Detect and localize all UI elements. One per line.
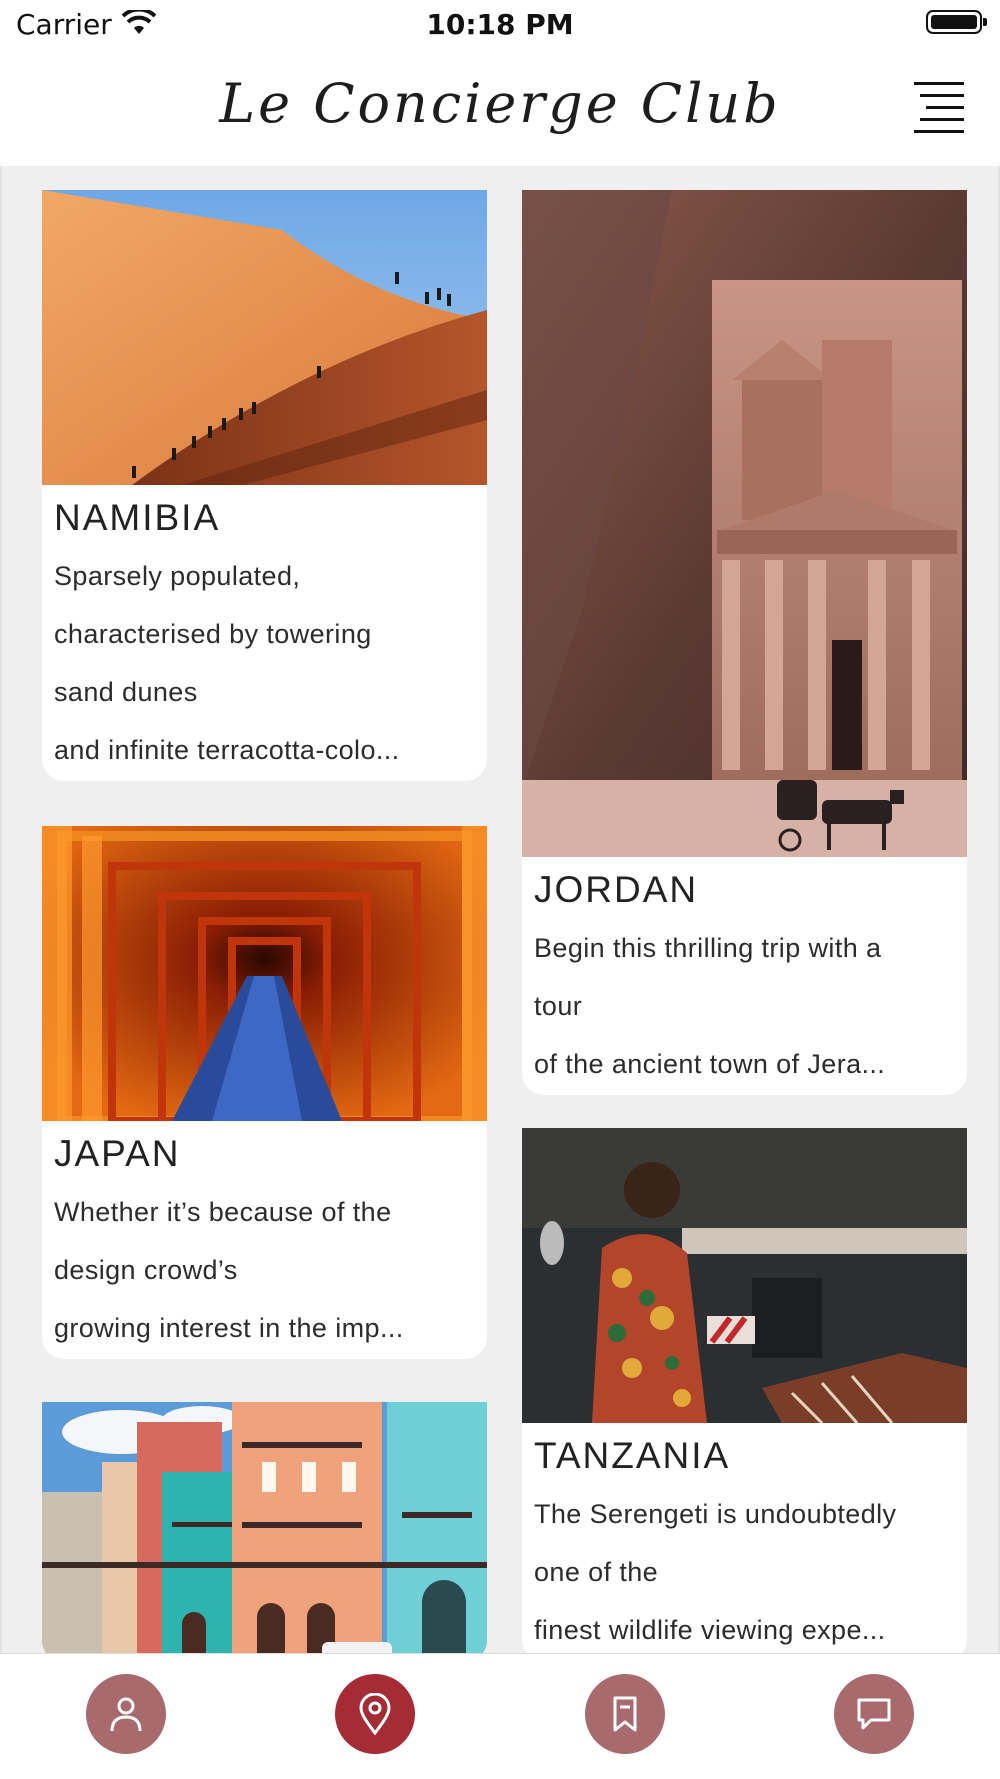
description-line: design crowd’s [54, 1255, 238, 1285]
destination-card-namibia[interactable]: NAMIBIA Sparsely populated, characterise… [42, 190, 487, 781]
location-pin-icon [359, 1693, 391, 1735]
destination-description: The Serengeti is undoubtedly one of the … [534, 1485, 955, 1653]
description-line: one of the [534, 1557, 659, 1587]
destination-image [522, 1128, 967, 1423]
app-logo: Le Concierge Club [219, 72, 781, 135]
destination-title: JORDAN [534, 869, 699, 910]
status-time: 10:18 PM [426, 8, 574, 41]
destination-description: Sparsely populated, characterised by tow… [54, 547, 475, 781]
destination-title: JAPAN [54, 1133, 181, 1174]
description-line: and infinite terracotta-colo... [54, 735, 400, 765]
description-line: finest wildlife viewing expe... [534, 1615, 886, 1645]
description-line: characterised by towering [54, 619, 372, 649]
app-header: Le Concierge Club [0, 50, 1000, 166]
destination-title: NAMIBIA [54, 497, 221, 538]
destination-title: TANZANIA [534, 1435, 731, 1476]
destination-card-tanzania[interactable]: TANZANIA The Serengeti is undoubtedly on… [522, 1128, 967, 1653]
bottom-tab-bar [0, 1653, 1000, 1779]
destination-description: Whether it’s because of the design crowd… [54, 1183, 475, 1359]
destination-image [42, 826, 487, 1121]
destination-description: Begin this thrilling trip with a tour of… [534, 919, 955, 1095]
destination-card-cuba[interactable] [42, 1402, 487, 1653]
battery-icon [926, 10, 987, 34]
tab-profile[interactable] [86, 1674, 166, 1754]
status-bar: Carrier 10:18 PM [0, 0, 1000, 50]
description-line: Whether it’s because of the [54, 1197, 392, 1227]
destination-card-jordan[interactable]: JORDAN Begin this thrilling trip with a … [522, 190, 967, 1095]
destination-image [42, 190, 487, 485]
description-line: tour [534, 991, 583, 1021]
destination-card-japan[interactable]: JAPAN Whether it’s because of the design… [42, 826, 487, 1359]
destination-image [522, 190, 967, 857]
tab-messages[interactable] [834, 1674, 914, 1754]
description-line: of the ancient town of Jera... [534, 1049, 886, 1079]
chat-icon [857, 1698, 891, 1730]
destination-image [42, 1402, 487, 1653]
tab-bookmarks[interactable] [585, 1674, 665, 1754]
hamburger-menu-icon[interactable] [914, 82, 964, 136]
description-line: Sparsely populated, [54, 561, 301, 591]
profile-icon [110, 1697, 142, 1732]
destination-feed[interactable]: NAMIBIA Sparsely populated, characterise… [0, 166, 1000, 1653]
tab-destinations[interactable] [335, 1674, 415, 1754]
description-line: sand dunes [54, 677, 198, 707]
description-line: growing interest in the imp... [54, 1313, 404, 1343]
description-line: The Serengeti is undoubtedly [534, 1499, 897, 1529]
bookmark-icon [613, 1696, 637, 1732]
description-line: Begin this thrilling trip with a [534, 933, 882, 963]
